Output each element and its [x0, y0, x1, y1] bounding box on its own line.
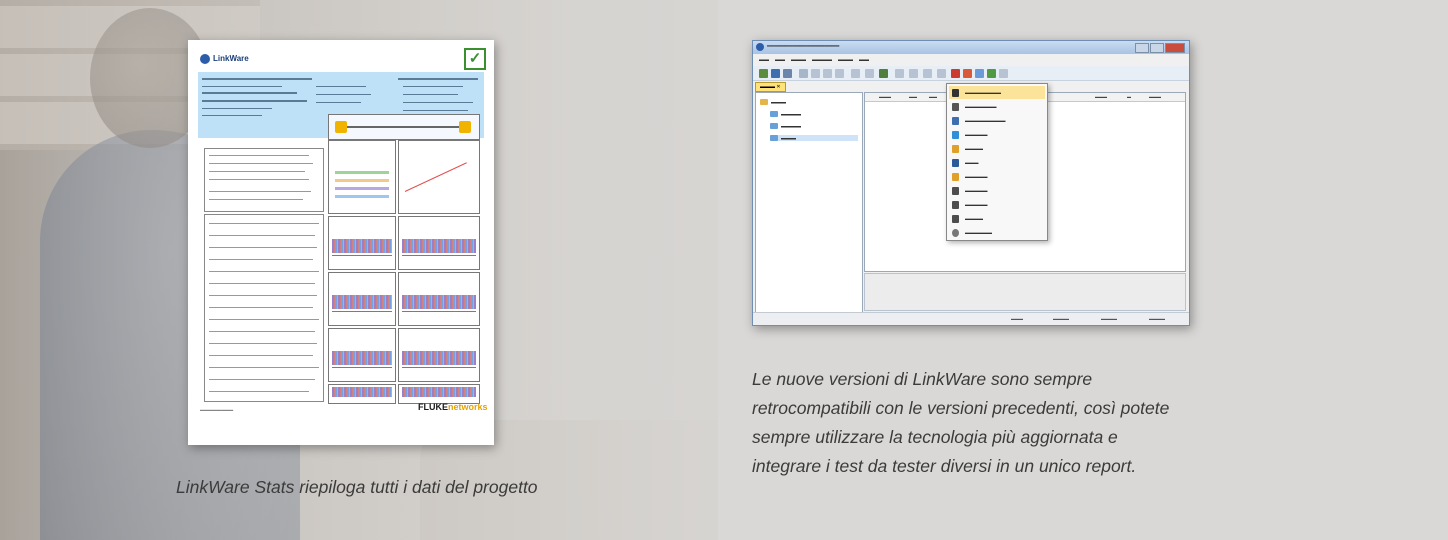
report-trend-chart — [398, 140, 480, 214]
toolbar-icon — [937, 69, 946, 78]
caption-left: LinkWare Stats riepiloga tutti i dati de… — [176, 477, 538, 497]
linkware-stats-report-image: LinkWare ✓ ━━━━━━━━━━━ FLUKEnetworks — [188, 40, 494, 445]
menu-item: ▬▬▬▬ — [949, 142, 1045, 155]
toolbar-icon — [783, 69, 792, 78]
menu-item: ▬▬▬▬▬▬ — [949, 226, 1045, 239]
report-plot — [398, 384, 480, 404]
linkware-window-image: ━━━━━━━━━━━━━━━━━━━━ ▬▬ ▬▬ ▬▬▬ ▬▬▬▬ ▬▬▬ ▬▬ — [752, 40, 1190, 326]
menu-item: ▬▬▬▬ — [949, 212, 1045, 225]
report-footer-line: ━━━━━━━━━━━ — [200, 408, 234, 414]
menu-item: ▬▬▬▬▬ — [949, 198, 1045, 211]
caption-right-line: retrocompatibili con le versioni precede… — [752, 398, 1170, 418]
check-icon: ✓ — [464, 48, 486, 70]
tree-node-selected: ▬▬▬ — [770, 135, 858, 142]
menu-item: ▬▬▬▬▬ — [949, 184, 1045, 197]
report-plot — [328, 384, 396, 404]
toolbar-icon — [923, 69, 932, 78]
caption-right-line: integrare i test da tester diversi in un… — [752, 456, 1137, 476]
menu-item: ▬▬▬▬▬ — [949, 170, 1045, 183]
linkware-app-icon — [756, 43, 764, 51]
project-tree: ▬▬▬ ▬▬▬▬ ▬▬▬▬ ▬▬▬ — [755, 92, 863, 322]
toolbar-icon — [895, 69, 904, 78]
toolbar-icon — [851, 69, 860, 78]
toolbar-icon — [975, 69, 984, 78]
linkware-logo-icon: LinkWare — [200, 54, 249, 64]
caption-right: Le nuove versioni di LinkWare sono sempr… — [752, 365, 1312, 481]
menu-item: ▬▬▬▬▬ — [949, 128, 1045, 141]
import-device-icon — [951, 69, 960, 78]
menu-item: ▬▬▬▬▬▬▬▬▬ — [949, 114, 1045, 127]
caption-right-line: Le nuove versioni di LinkWare sono sempr… — [752, 369, 1093, 389]
toolbar-icon — [771, 69, 780, 78]
report-plot — [398, 216, 480, 270]
toolbar-icon — [865, 69, 874, 78]
tree-node: ▬▬▬ — [760, 99, 786, 105]
toolbar-icon — [999, 69, 1008, 78]
window-title: ━━━━━━━━━━━━━━━━━━━━ — [767, 44, 840, 50]
toolbar-icon — [811, 69, 820, 78]
report-plot — [328, 272, 396, 326]
import-device-menu: ▬▬▬▬▬▬▬▬ ▬▬▬▬▬▬▬ ▬▬▬▬▬▬▬▬▬ ▬▬▬▬▬ ▬▬▬▬ ▬▬… — [946, 83, 1048, 241]
page: LinkWare ✓ ━━━━━━━━━━━ FLUKEnetworks ━━━… — [0, 0, 1448, 540]
window-toolbar — [753, 66, 1189, 81]
toolbar-icon — [759, 69, 768, 78]
report-plot — [398, 272, 480, 326]
toolbar-icon — [987, 69, 996, 78]
menu-item: ▬▬▬▬▬▬▬▬ — [949, 86, 1045, 99]
project-tab: ▬▬▬ ✕ — [755, 82, 786, 92]
tree-node: ▬▬▬▬ — [770, 111, 801, 117]
window-menubar: ▬▬ ▬▬ ▬▬▬ ▬▬▬▬ ▬▬▬ ▬▬ — [759, 57, 869, 63]
caption-right-line: sempre utilizzare la tecnologia più aggi… — [752, 427, 1118, 447]
status-bar: ▬▬▬ ▬▬▬▬ ▬▬▬▬ ▬▬▬▬ — [753, 312, 1189, 325]
report-summary-table — [204, 148, 324, 212]
toolbar-icon — [823, 69, 832, 78]
toolbar-icon — [799, 69, 808, 78]
tree-node: ▬▬▬▬ — [770, 123, 801, 129]
report-wiremap — [328, 114, 480, 140]
window-titlebar: ━━━━━━━━━━━━━━━━━━━━ — [753, 41, 1189, 54]
report-plot — [328, 216, 396, 270]
fluke-networks-logo-icon: FLUKEnetworks — [418, 402, 488, 412]
report-results-table — [204, 214, 324, 402]
toolbar-icon — [879, 69, 888, 78]
toolbar-icon — [963, 69, 972, 78]
report-plot — [398, 328, 480, 382]
toolbar-icon — [909, 69, 918, 78]
report-plot — [328, 328, 396, 382]
details-pane — [864, 273, 1186, 311]
menu-item: ▬▬▬▬▬▬▬ — [949, 100, 1045, 113]
toolbar-icon — [835, 69, 844, 78]
report-length-chart — [328, 140, 396, 214]
window-controls — [1134, 43, 1185, 55]
menu-item: ▬▬▬ — [949, 156, 1045, 169]
